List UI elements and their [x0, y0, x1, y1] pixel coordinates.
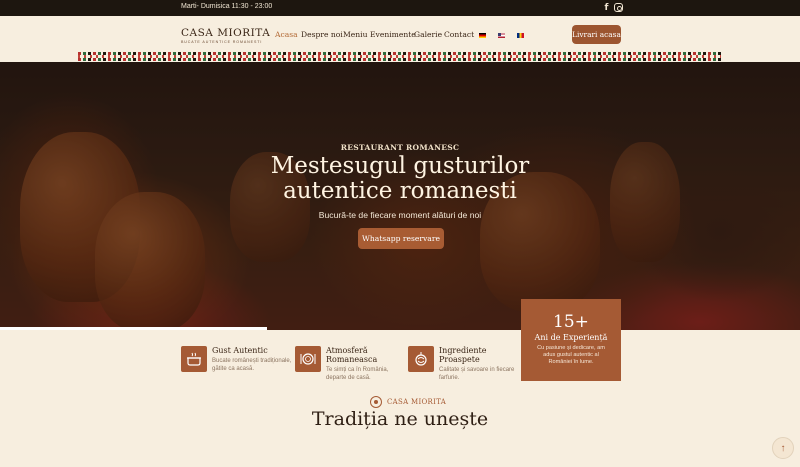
facebook-icon[interactable]: f: [601, 2, 612, 13]
experience-number: 15+: [553, 312, 589, 332]
experience-text: Cu pasiune și dedicare, am adus gustul a…: [537, 345, 605, 365]
section-brand: CASA MIORITA: [370, 395, 446, 408]
feature-text: Bucate românești tradiționale, gătite ca…: [212, 358, 292, 372]
scroll-to-top-button[interactable]: ↑: [772, 437, 794, 459]
feature-title: Ingrediente Proaspete: [439, 346, 487, 364]
language-de-flag-icon[interactable]: [479, 33, 486, 38]
feature-text: Te simți ca în România, departe de casă.: [326, 367, 389, 381]
nav-item-contact[interactable]: Contact: [444, 30, 474, 39]
hero-eyebrow: RESTAURANT ROMANESC: [340, 143, 460, 152]
top-bar: Marti- Dumisica 11:30 - 23:00 f: [0, 0, 800, 16]
brand-emblem-icon: [370, 395, 382, 408]
traditional-pattern-border-inner: [78, 55, 721, 58]
nav-item-meniu[interactable]: Meniu: [343, 30, 367, 39]
site-header: CASA MIORITA BUCATE AUTENTICE ROMANESTI …: [0, 16, 800, 54]
experience-title: Ani de Experiență: [534, 333, 608, 342]
hero-divider: [0, 327, 267, 330]
language-ro-flag-icon[interactable]: [517, 33, 524, 38]
logo-name: CASA MIORITA: [181, 27, 271, 39]
opening-hours: Marti- Dumisica 11:30 - 23:00: [181, 3, 273, 10]
logo-tagline: BUCATE AUTENTICE ROMANESTI: [181, 40, 263, 44]
feature-text: Calitate și savoare in fiecare farfurie.: [439, 367, 515, 381]
arrow-up-icon: ↑: [780, 442, 786, 454]
logo[interactable]: CASA MIORITA BUCATE AUTENTICE ROMANESTI: [181, 27, 270, 44]
nav-item-acasa[interactable]: Acasa: [275, 30, 298, 39]
whatsapp-reservation-button[interactable]: Whatsapp reservare: [358, 228, 444, 249]
plate-icon: [295, 346, 321, 372]
nav-item-evenimente[interactable]: Evenimente: [370, 30, 416, 39]
section-title: Tradiția ne unește: [311, 408, 489, 430]
feature-title: Atmosferă Romaneasca: [326, 346, 378, 364]
nav-item-despre-noi[interactable]: Despre noi: [301, 30, 343, 39]
vegetables-icon: [408, 346, 434, 372]
hero-title: Mestesugul gusturilor autentice romanest…: [270, 153, 530, 204]
hero-subtitle: Bucură-te de fiecare moment alături de n…: [318, 210, 482, 220]
section-brand-label: CASA MIORITA: [387, 397, 447, 406]
nav-item-galerie[interactable]: Galerie: [414, 30, 442, 39]
delivery-button[interactable]: Livrari acasa: [572, 25, 621, 44]
language-en-flag-icon[interactable]: [498, 33, 505, 38]
pot-icon: [181, 346, 207, 372]
feature-title: Gust Autentic: [212, 346, 268, 355]
instagram-icon[interactable]: [613, 2, 624, 13]
experience-card: 15+ Ani de Experiență Cu pasiune și dedi…: [521, 299, 621, 381]
